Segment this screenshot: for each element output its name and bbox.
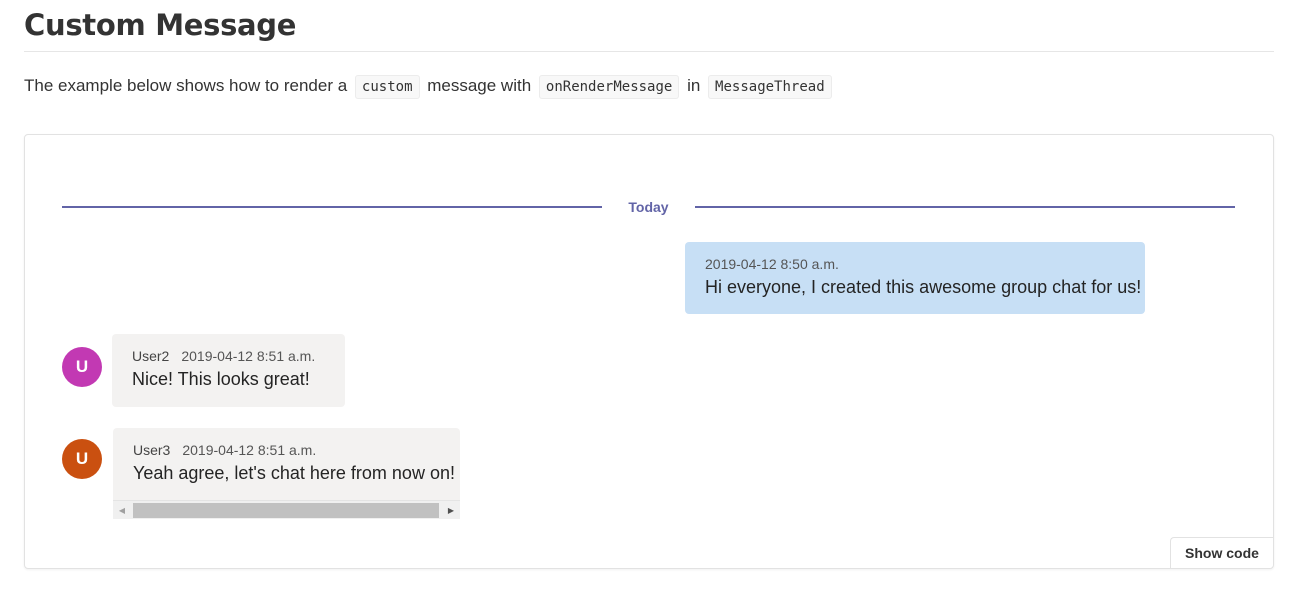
message-meta: User2 2019-04-12 8:51 a.m. xyxy=(132,348,325,364)
code-message-thread: MessageThread xyxy=(708,75,832,99)
message-bubble-user2: User2 2019-04-12 8:51 a.m. Nice! This loo… xyxy=(112,334,345,407)
message-text: Nice! This looks great! xyxy=(132,369,310,389)
page-description: The example below shows how to render a … xyxy=(24,75,835,99)
message-timestamp: 2019-04-12 8:51 a.m. xyxy=(182,442,317,458)
avatar-user2[interactable]: U xyxy=(62,347,102,387)
sender-name: User3 xyxy=(133,442,171,458)
message-bubble-user3: User3 2019-04-12 8:51 a.m. Yeah agree, le… xyxy=(113,428,460,500)
message-text: Yeah agree, let's chat here from now on! xyxy=(133,463,455,483)
page-title: Custom Message xyxy=(24,8,297,42)
date-separator-line-left xyxy=(62,206,602,208)
message-bubble-mine: 2019-04-12 8:50 a.m. Hi everyone, I crea… xyxy=(685,242,1145,314)
scroll-right-arrow-icon[interactable]: ▶ xyxy=(442,501,460,519)
code-on-render-message: onRenderMessage xyxy=(538,75,680,99)
message-timestamp: 2019-04-12 8:51 a.m. xyxy=(181,348,316,364)
date-separator-label: Today xyxy=(628,199,669,215)
avatar-user3[interactable]: U xyxy=(62,439,102,479)
date-separator-line-right xyxy=(695,206,1235,208)
description-mid-2: in xyxy=(687,76,701,95)
message-meta: User3 2019-04-12 8:51 a.m. xyxy=(133,442,440,458)
horizontal-scrollbar[interactable]: ◀ ▶ xyxy=(113,500,460,519)
description-prefix: The example below shows how to render a xyxy=(24,76,348,95)
scroll-left-arrow-icon[interactable]: ◀ xyxy=(113,501,131,519)
sender-name: User2 xyxy=(132,348,170,364)
message-text: Hi everyone, I created this awesome grou… xyxy=(705,277,1142,297)
scrollbar-thumb[interactable] xyxy=(133,503,439,518)
show-code-button[interactable]: Show code xyxy=(1170,537,1273,568)
code-custom: custom xyxy=(354,75,420,99)
description-mid-1: message with xyxy=(427,76,532,95)
message-timestamp: 2019-04-12 8:50 a.m. xyxy=(705,256,839,272)
title-divider xyxy=(24,51,1274,52)
